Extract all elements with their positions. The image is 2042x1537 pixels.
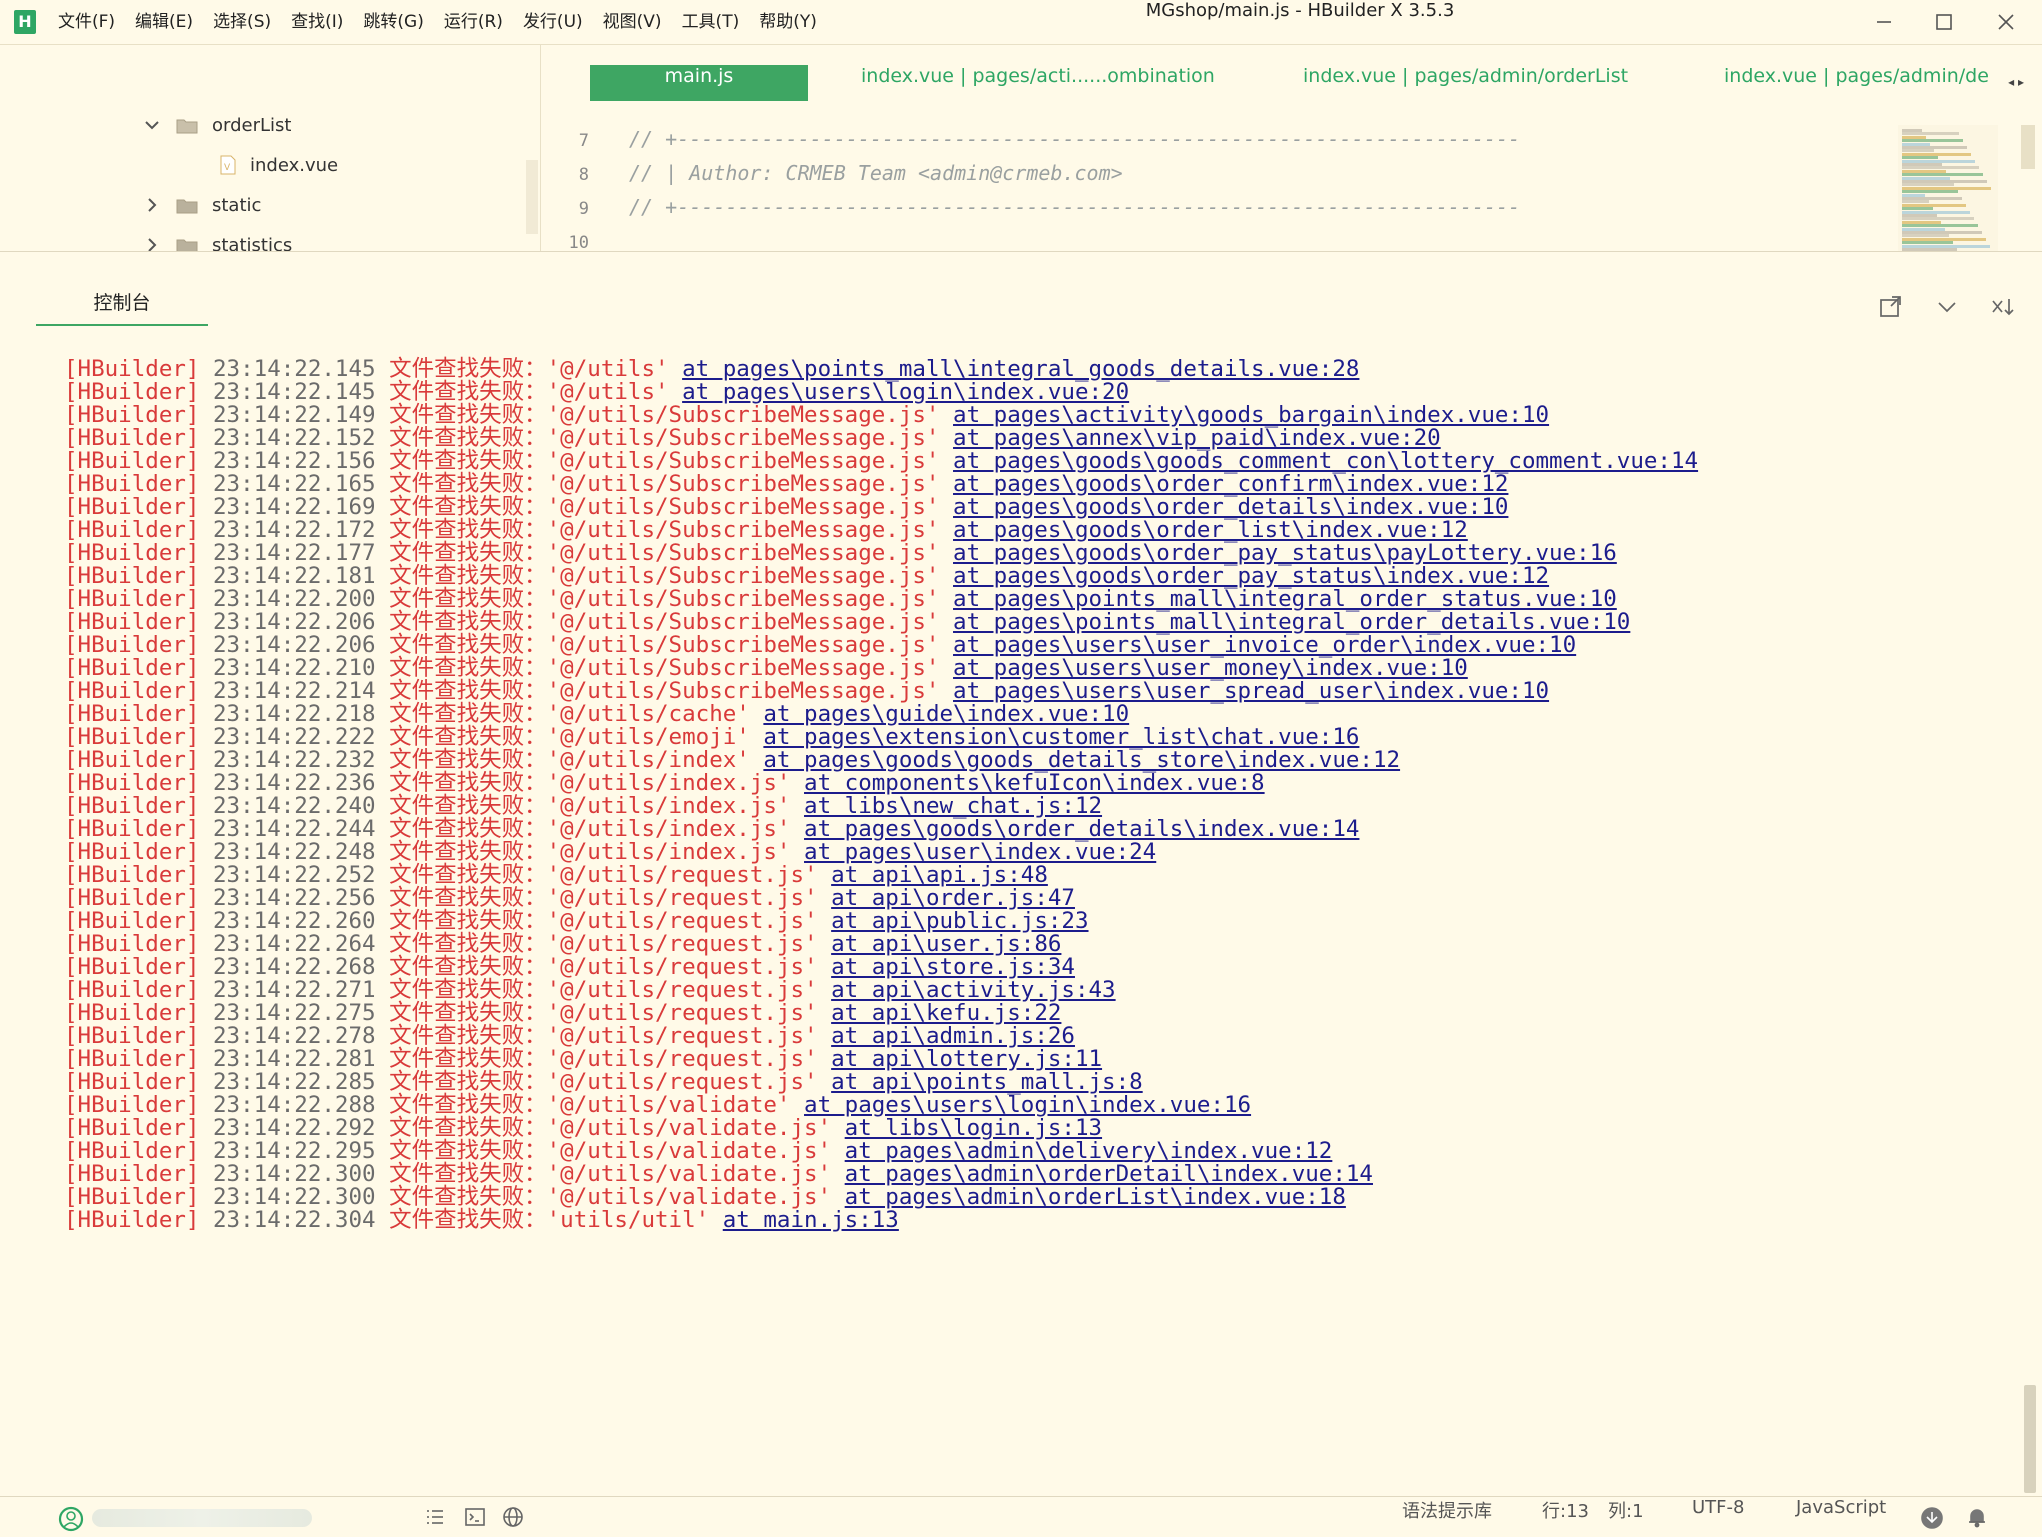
tree-item-label: orderList (212, 114, 292, 136)
chevron-right-icon[interactable] (142, 195, 162, 215)
cursor-row[interactable]: 行:13 (1542, 1497, 1589, 1523)
tab-index-vue-combination[interactable]: index.vue | pages/acti......ombination (861, 65, 1215, 101)
vue-file-icon: V (220, 155, 236, 175)
menu-item[interactable]: 跳转(G) (363, 0, 423, 44)
open-external-icon[interactable] (1878, 294, 1904, 320)
log-location-link[interactable]: at main.js:13 (723, 1207, 899, 1233)
encoding-selector[interactable]: UTF-8 (1692, 1497, 1744, 1518)
tree-item-label: index.vue (250, 154, 339, 176)
file-tree-scrollbar[interactable] (526, 160, 538, 234)
code-line: 9 // +----------------------------------… (541, 195, 1520, 229)
editor-scrollbar[interactable] (2021, 125, 2035, 169)
code-text: // +------------------------------------… (629, 195, 1521, 219)
list-icon[interactable] (424, 1506, 446, 1528)
menu-item[interactable]: 选择(S) (213, 0, 271, 44)
minimize-button[interactable] (1856, 0, 1912, 44)
window-title: MGshop/main.js - HBuilder X 3.5.3 (1145, 0, 1455, 21)
download-icon[interactable] (1920, 1506, 1943, 1529)
log-source-tag: [HBuilder] (64, 1207, 200, 1233)
folder-icon (176, 197, 198, 214)
log-location-link[interactable]: at pages\admin\orderList\index.vue:18 (845, 1184, 1346, 1210)
menu-item[interactable]: 发行(U) (523, 0, 583, 44)
notification-bell-icon[interactable] (1966, 1506, 1988, 1528)
menu-item[interactable]: 视图(V) (603, 0, 662, 44)
code-editor: main.js index.vue | pages/acti......ombi… (541, 45, 2042, 253)
menu-item[interactable]: 运行(R) (444, 0, 503, 44)
console-scrollbar[interactable] (2024, 1385, 2036, 1493)
code-minimap[interactable] (1898, 125, 1998, 251)
tree-file-index-vue[interactable]: V index.vue (220, 145, 338, 185)
account-name-blurred[interactable] (92, 1509, 312, 1527)
console-log-line: [HBuilder] 23:14:22.304 文件查找失败：'utils/ut… (64, 1205, 899, 1235)
log-timestamp: 23:14:22.304 (213, 1207, 376, 1233)
tree-item-label: static (212, 194, 262, 216)
menu-item[interactable]: 工具(T) (682, 0, 740, 44)
terminal-icon[interactable] (464, 1506, 486, 1528)
line-number: 8 (578, 165, 589, 185)
console-output: [HBuilder] 23:14:22.145 文件查找失败：'@/utils'… (0, 354, 2020, 1496)
code-text: // +------------------------------------… (629, 127, 1521, 151)
chevron-down-icon[interactable] (1934, 294, 1960, 320)
svg-text:V: V (224, 163, 231, 173)
code-line: 7 // +----------------------------------… (541, 127, 1520, 161)
folder-icon (176, 117, 198, 134)
line-number: 10 (568, 233, 589, 253)
log-message: 文件查找失败： (389, 1207, 547, 1233)
tab-console[interactable]: 控制台 (36, 288, 208, 326)
editor-tabs: main.js index.vue | pages/acti......ombi… (541, 65, 2021, 109)
title-bar: H 文件(F) 编辑(E) 选择(S) 查找(I) 跳转(G) 运行(R) 发行(U) 视图(… (0, 0, 2042, 45)
menu-item[interactable]: 编辑(E) (135, 0, 193, 44)
syntax-library-link[interactable]: 语法提示库 (1402, 1497, 1492, 1523)
language-mode-selector[interactable]: JavaScript (1796, 1497, 1886, 1518)
project-file-tree: orderList V index.vue static statistics (0, 45, 541, 256)
menu-item[interactable]: 文件(F) (58, 0, 115, 44)
maximize-button[interactable] (1916, 0, 1972, 44)
line-number: 7 (578, 131, 589, 151)
status-bar: 语法提示库 行:13 列:1 UTF-8 JavaScript (0, 1496, 2042, 1537)
menu-bar: 文件(F) 编辑(E) 选择(S) 查找(I) 跳转(G) 运行(R) 发行(U) 视图(V)… (58, 0, 837, 44)
cursor-column[interactable]: 列:1 (1608, 1497, 1644, 1523)
tree-folder-orderlist[interactable]: orderList (142, 105, 291, 145)
code-text: // | Author: CRMEB Team <admin@crmeb.com… (629, 161, 1123, 185)
tab-main-js[interactable]: main.js (590, 65, 808, 101)
clear-console-icon[interactable] (1990, 294, 2016, 320)
menu-item[interactable]: 查找(I) (291, 0, 343, 44)
line-number: 9 (578, 199, 589, 219)
user-avatar-icon[interactable] (58, 1506, 84, 1532)
console-header: 控制台 (0, 251, 2042, 326)
code-line: 8 // | Author: CRMEB Team <admin@crmeb.c… (541, 161, 1123, 195)
chevron-down-icon[interactable] (142, 115, 162, 135)
globe-icon[interactable] (502, 1506, 524, 1528)
tab-scroll-arrows[interactable]: ◂ ▸ (2008, 75, 2024, 89)
menu-item[interactable]: 帮助(Y) (759, 0, 817, 44)
tab-index-vue-admin-de[interactable]: index.vue | pages/admin/de (1724, 65, 1989, 101)
hbuilder-logo-icon: H (14, 10, 36, 34)
tab-index-vue-orderlist[interactable]: index.vue | pages/admin/orderList (1303, 65, 1628, 101)
tree-folder-static[interactable]: static (142, 185, 261, 225)
log-missing-path: 'utils/util' (546, 1207, 710, 1233)
close-button[interactable] (1978, 0, 2034, 44)
